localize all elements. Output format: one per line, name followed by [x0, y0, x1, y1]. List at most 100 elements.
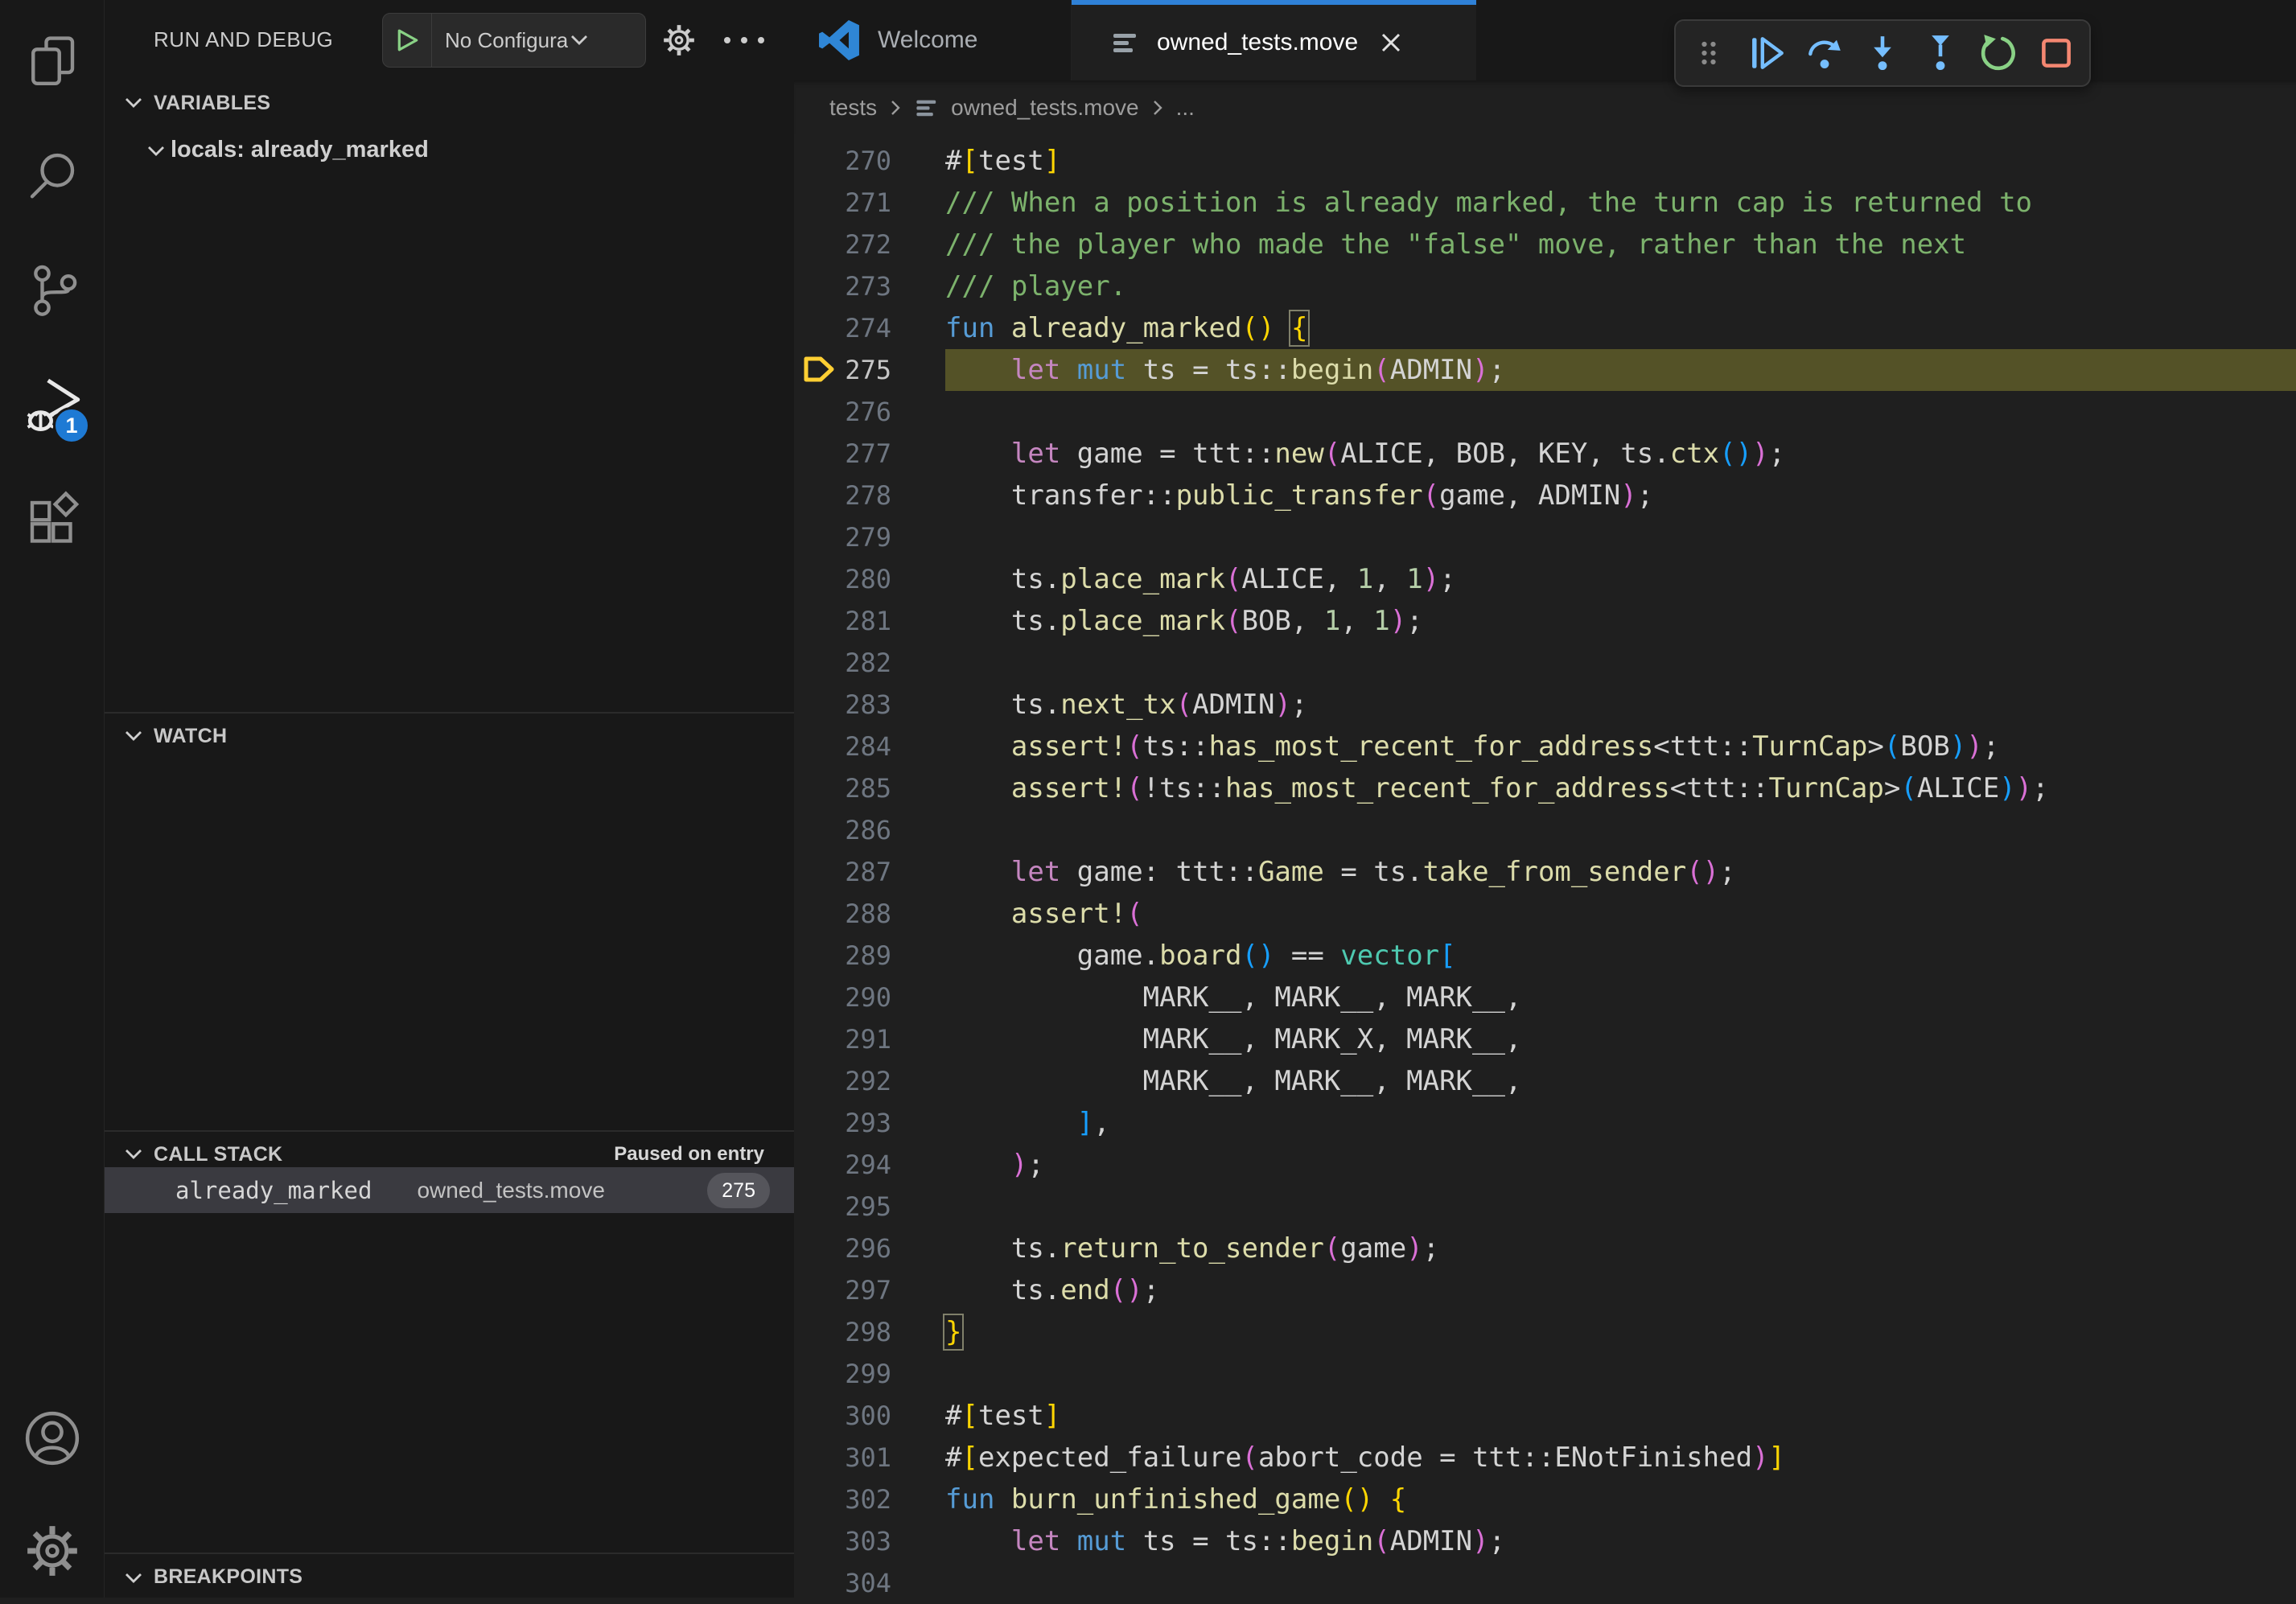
breakpoint-margin[interactable]: [794, 1186, 838, 1228]
breakpoint-margin[interactable]: [794, 1395, 838, 1437]
call-stack-frame-row[interactable]: already_marked owned_tests.move 275: [105, 1167, 794, 1213]
breakpoint-margin[interactable]: [794, 1479, 838, 1520]
gutter[interactable]: 303: [794, 1520, 945, 1562]
run-and-debug-icon[interactable]: 1: [0, 356, 105, 452]
step-out-button[interactable]: [1920, 31, 1961, 76]
breakpoint-margin[interactable]: [794, 391, 838, 433]
code-line[interactable]: 299: [794, 1353, 2296, 1395]
watch-section-header[interactable]: WATCH: [105, 714, 794, 759]
gutter[interactable]: 293: [794, 1102, 945, 1144]
code-line[interactable]: 302fun burn_unfinished_game() {: [794, 1479, 2296, 1520]
code-line[interactable]: 274fun already_marked() {: [794, 307, 2296, 349]
breakpoint-margin[interactable]: [794, 809, 838, 851]
close-tab-icon[interactable]: [1379, 31, 1403, 55]
breakpoint-margin[interactable]: [794, 140, 838, 182]
gutter[interactable]: 285: [794, 767, 945, 809]
gutter[interactable]: 302: [794, 1479, 945, 1520]
code-line[interactable]: 303 let mut ts = ts::begin(ADMIN);: [794, 1520, 2296, 1562]
toolbar-drag-grip[interactable]: [1689, 31, 1729, 76]
gutter[interactable]: 298: [794, 1311, 945, 1353]
breadcrumb-more[interactable]: ...: [1176, 95, 1195, 121]
code-line[interactable]: 277 let game = ttt::new(ALICE, BOB, KEY,…: [794, 433, 2296, 475]
breakpoint-margin[interactable]: [794, 516, 838, 558]
code-line[interactable]: 293 ],: [794, 1102, 2296, 1144]
breakpoint-margin[interactable]: [794, 558, 838, 600]
gutter[interactable]: 281: [794, 600, 945, 642]
breakpoint-margin[interactable]: [794, 1060, 838, 1102]
code-line[interactable]: 291 MARK__, MARK_X, MARK__,: [794, 1018, 2296, 1060]
gutter[interactable]: 300: [794, 1395, 945, 1437]
breakpoint-margin[interactable]: [794, 684, 838, 726]
code-line[interactable]: 290 MARK__, MARK__, MARK__,: [794, 977, 2296, 1018]
step-over-button[interactable]: [1804, 31, 1845, 76]
breakpoint-margin[interactable]: [794, 1437, 838, 1479]
breakpoint-margin[interactable]: [794, 1311, 838, 1353]
code-line[interactable]: 294 );: [794, 1144, 2296, 1186]
restart-button[interactable]: [1978, 31, 2018, 76]
code-line[interactable]: 282: [794, 642, 2296, 684]
breakpoint-margin[interactable]: [794, 1228, 838, 1269]
breakpoint-margin[interactable]: [794, 767, 838, 809]
code-line[interactable]: 283 ts.next_tx(ADMIN);: [794, 684, 2296, 726]
gutter[interactable]: 297: [794, 1269, 945, 1311]
breakpoint-margin[interactable]: [794, 1144, 838, 1186]
breakpoint-margin[interactable]: [794, 265, 838, 307]
extensions-icon[interactable]: [0, 471, 105, 567]
code-line[interactable]: 295: [794, 1186, 2296, 1228]
breakpoint-margin[interactable]: [794, 1562, 838, 1604]
code-line[interactable]: 281 ts.place_mark(BOB, 1, 1);: [794, 600, 2296, 642]
breakpoint-margin[interactable]: [794, 182, 838, 224]
gutter[interactable]: 292: [794, 1060, 945, 1102]
debug-current-line-marker[interactable]: [794, 349, 838, 391]
code-line[interactable]: 296 ts.return_to_sender(game);: [794, 1228, 2296, 1269]
breakpoint-margin[interactable]: [794, 475, 838, 516]
gutter[interactable]: 279: [794, 516, 945, 558]
code-area[interactable]: 270#[test]271/// When a position is alre…: [794, 134, 2296, 1598]
code-line[interactable]: 271/// When a position is already marked…: [794, 182, 2296, 224]
breakpoint-margin[interactable]: [794, 851, 838, 893]
breakpoint-margin[interactable]: [794, 1269, 838, 1311]
gutter[interactable]: 272: [794, 224, 945, 265]
code-line[interactable]: 301#[expected_failure(abort_code = ttt::…: [794, 1437, 2296, 1479]
gutter[interactable]: 274: [794, 307, 945, 349]
gutter[interactable]: 278: [794, 475, 945, 516]
breadcrumb-folder[interactable]: tests: [829, 95, 877, 121]
debug-configuration-dropdown[interactable]: No Configura: [382, 13, 646, 68]
breakpoint-margin[interactable]: [794, 893, 838, 935]
breakpoint-margin[interactable]: [794, 726, 838, 767]
gutter[interactable]: 287: [794, 851, 945, 893]
code-line[interactable]: 286: [794, 809, 2296, 851]
gutter[interactable]: 295: [794, 1186, 945, 1228]
breakpoints-section-header[interactable]: BREAKPOINTS: [105, 1554, 794, 1599]
breadcrumb-file[interactable]: owned_tests.move: [951, 95, 1138, 121]
code-line[interactable]: 284 assert!(ts::has_most_recent_for_addr…: [794, 726, 2296, 767]
breakpoint-margin[interactable]: [794, 935, 838, 977]
code-line[interactable]: 289 game.board() == vector[: [794, 935, 2296, 977]
code-line[interactable]: 300#[test]: [794, 1395, 2296, 1437]
code-line[interactable]: 275 let mut ts = ts::begin(ADMIN);: [794, 349, 2296, 391]
stop-button[interactable]: [2036, 31, 2076, 76]
code-line[interactable]: 287 let game: ttt::Game = ts.take_from_s…: [794, 851, 2296, 893]
code-line[interactable]: 285 assert!(!ts::has_most_recent_for_add…: [794, 767, 2296, 809]
source-control-icon[interactable]: [0, 241, 105, 338]
gutter[interactable]: 289: [794, 935, 945, 977]
gutter[interactable]: 277: [794, 433, 945, 475]
breakpoint-margin[interactable]: [794, 977, 838, 1018]
gutter[interactable]: 299: [794, 1353, 945, 1395]
breakpoint-margin[interactable]: [794, 1102, 838, 1144]
gutter[interactable]: 271: [794, 182, 945, 224]
start-debug-icon[interactable]: [383, 28, 431, 52]
gutter[interactable]: 301: [794, 1437, 945, 1479]
gutter[interactable]: 270: [794, 140, 945, 182]
code-line[interactable]: 288 assert!(: [794, 893, 2296, 935]
breakpoint-margin[interactable]: [794, 1353, 838, 1395]
breakpoint-margin[interactable]: [794, 307, 838, 349]
breakpoint-margin[interactable]: [794, 1520, 838, 1562]
code-line[interactable]: 276: [794, 391, 2296, 433]
gutter[interactable]: 280: [794, 558, 945, 600]
gutter[interactable]: 284: [794, 726, 945, 767]
explorer-icon[interactable]: [0, 12, 105, 109]
gutter[interactable]: 282: [794, 642, 945, 684]
gutter[interactable]: 294: [794, 1144, 945, 1186]
gutter[interactable]: 296: [794, 1228, 945, 1269]
